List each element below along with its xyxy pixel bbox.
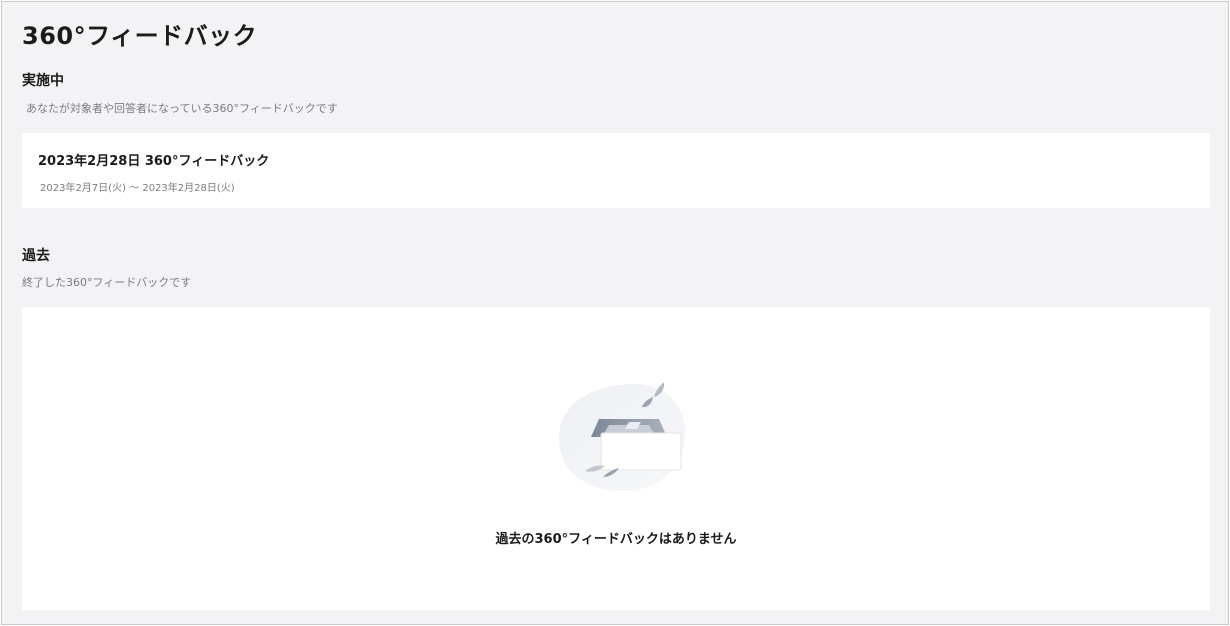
page-title: 360°フィードバック xyxy=(22,22,258,50)
past-section-heading: 過去 xyxy=(22,248,50,264)
past-feedback-panel: 過去の360°フィードバックはありません xyxy=(22,307,1210,610)
feedback-card[interactable]: 2023年2月28日 360°フィードバック 2023年2月7日(火) 〜 20… xyxy=(22,133,1210,208)
feedback-page: 360°フィードバック 実施中 あなたが対象者や回答者になっている360°フィー… xyxy=(1,1,1229,625)
feedback-card-title: 2023年2月28日 360°フィードバック xyxy=(38,154,270,169)
empty-inbox-icon xyxy=(559,382,686,492)
active-section-heading: 実施中 xyxy=(22,73,64,89)
empty-state-message: 過去の360°フィードバックはありません xyxy=(495,532,737,547)
past-section-description: 終了した360°フィードバックです xyxy=(22,276,192,289)
active-section-description: あなたが対象者や回答者になっている360°フィードバックです xyxy=(26,102,338,115)
feedback-card-period: 2023年2月7日(火) 〜 2023年2月28日(火) xyxy=(40,183,235,194)
